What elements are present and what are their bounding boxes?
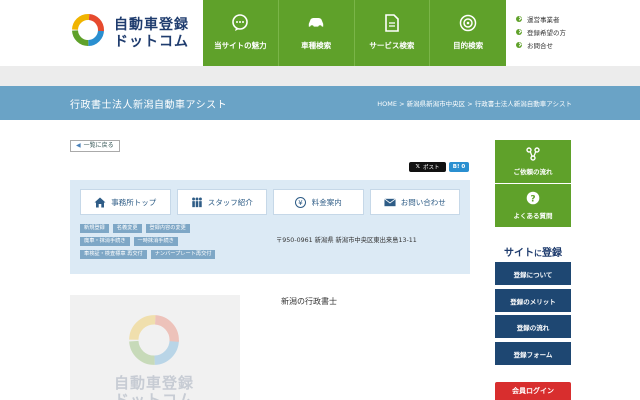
gnav-label: 車種検索 <box>301 41 332 50</box>
heading-part: 登録 <box>542 248 562 259</box>
side-nav-form[interactable]: 登録フォーム <box>495 342 571 365</box>
gnav-label: 目的検索 <box>453 41 484 50</box>
service-tag[interactable]: 名義変更 <box>112 224 142 233</box>
speech-bubble-icon <box>231 14 249 32</box>
office-heading: 新潟の行政書士 <box>281 297 337 306</box>
side-nav-merits[interactable]: 登録のメリット <box>495 289 571 312</box>
svg-text:¥: ¥ <box>299 199 304 207</box>
x-post-button[interactable]: 𝕏 ポスト <box>409 162 446 172</box>
site-register-heading: サイトに登録 <box>495 244 571 259</box>
util-link-contact[interactable]: お問合せ <box>516 38 636 51</box>
breadcrumb-home[interactable]: HOME <box>377 100 397 108</box>
office-address: 〒950-0961 新潟県 新潟市中央区東出来島13-11 <box>276 237 417 244</box>
tab-contact[interactable]: お問い合わせ <box>369 189 460 215</box>
office-photo-placeholder: 自動車登録 ドットコム <box>70 295 240 400</box>
breadcrumb-separator: > <box>467 100 473 108</box>
page-title: 行政書士法人新潟自動車アシスト <box>70 100 228 111</box>
heading-part: サイト <box>504 248 534 259</box>
service-tag[interactable]: 廃車・抹消手続き <box>80 237 130 246</box>
placeholder-logo-text: 自動車登録 ドットコム <box>114 375 194 400</box>
tag-row: 廃車・抹消手続き 一時抹消手続き <box>80 237 270 246</box>
service-tag[interactable]: ナンバープレート再交付 <box>150 250 216 259</box>
breadcrumb-separator: > <box>399 100 405 108</box>
side-button-label: ご依頼の流れ <box>513 168 553 176</box>
util-link-label: 登録希望の方 <box>527 28 566 37</box>
service-tag[interactable]: 車検証・検査標章 再交付 <box>80 250 147 259</box>
tab-fees[interactable]: ¥ 料金案内 <box>273 189 364 215</box>
utility-links: 運営事業者 登録希望の方 お問合せ <box>516 12 636 51</box>
arrow-circle-icon <box>516 28 522 35</box>
placeholder-logo-line1: 自動車登録 <box>114 374 195 392</box>
hatena-bookmark-button[interactable]: B! 0 <box>449 162 469 172</box>
gnav-label: 当サイトの魅力 <box>214 41 267 50</box>
global-nav: 当サイトの魅力 車種検索 サービス検索 目的検索 <box>203 0 506 66</box>
util-link-register[interactable]: 登録希望の方 <box>516 25 636 38</box>
tag-row: 新規登録 名義変更 登録内容の変更 <box>80 224 270 233</box>
logo-text-line2: ドットコム <box>114 34 189 50</box>
back-to-list-button[interactable]: ◀ 一覧に戻る <box>70 140 120 152</box>
placeholder-logo-line2: ドットコム <box>114 391 195 400</box>
svg-text:?: ? <box>530 195 535 205</box>
breadcrumb: HOME > 新潟県新潟市中央区 > 行政書士法人新潟自動車アシスト <box>377 98 572 108</box>
gnav-label: サービス検索 <box>369 41 415 50</box>
back-link-label: 一覧に戻る <box>83 142 114 149</box>
yen-icon: ¥ <box>295 196 307 208</box>
tab-label: スタッフ紹介 <box>207 197 253 207</box>
arrow-circle-icon <box>516 41 522 48</box>
header-divider-band <box>0 66 640 86</box>
house-icon <box>94 196 106 208</box>
breadcrumb-current: 行政書士法人新潟自動車アシスト <box>474 100 572 108</box>
member-login-button[interactable]: 会員ログイン <box>495 382 571 400</box>
target-icon <box>459 14 477 32</box>
faq-button[interactable]: ? よくある質問 <box>495 184 571 227</box>
page-title-bar: 行政書士法人新潟自動車アシスト HOME > 新潟県新潟市中央区 > 行政書士法… <box>0 86 640 120</box>
util-link-label: 運営事業者 <box>527 15 560 24</box>
side-nav-about-registration[interactable]: 登録について <box>495 262 571 285</box>
document-icon <box>383 14 401 32</box>
car-icon <box>307 14 325 32</box>
tab-label: お問い合わせ <box>400 197 446 207</box>
side-nav-flow[interactable]: 登録の流れ <box>495 315 571 338</box>
util-link-operator[interactable]: 運営事業者 <box>516 12 636 25</box>
site-header: 自動車登録 ドットコム 当サイトの魅力 車種検索 サービス検索 目的検索 運営事… <box>0 0 640 66</box>
gnav-item-car-search[interactable]: 車種検索 <box>279 0 355 66</box>
service-tag[interactable]: 一時抹消手続き <box>133 237 178 246</box>
tag-row: 車検証・検査標章 再交付 ナンバープレート再交付 <box>80 250 270 259</box>
office-info-box: 事務所トップ スタッフ紹介 ¥ 料金案内 お問い合わせ 新規登録 名義変更 登録… <box>70 180 470 274</box>
arrow-circle-icon <box>516 15 522 22</box>
tab-office-top[interactable]: 事務所トップ <box>80 189 171 215</box>
service-tag[interactable]: 登録内容の変更 <box>145 224 190 233</box>
x-logo-icon: 𝕏 <box>415 164 420 170</box>
logo-ring-icon <box>72 14 104 46</box>
mail-icon <box>383 196 396 208</box>
question-icon: ? <box>526 191 540 205</box>
service-tag[interactable]: 新規登録 <box>80 224 109 233</box>
tab-label: 事務所トップ <box>111 197 157 207</box>
heading-part: に <box>534 249 542 258</box>
tab-label: 料金案内 <box>311 197 342 207</box>
logo-ring-icon <box>129 315 179 365</box>
side-button-label: よくある質問 <box>513 212 553 220</box>
office-tabs: 事務所トップ スタッフ紹介 ¥ 料金案内 お問い合わせ <box>80 189 460 215</box>
hatena-bookmark-label: B! 0 <box>452 164 466 170</box>
breadcrumb-area[interactable]: 新潟県新潟市中央区 <box>407 100 466 108</box>
gnav-item-service-search[interactable]: サービス検索 <box>355 0 431 66</box>
arrow-left-icon: ◀ <box>76 142 81 149</box>
gnav-item-appeal[interactable]: 当サイトの魅力 <box>203 0 279 66</box>
gnav-item-purpose-search[interactable]: 目的検索 <box>430 0 506 66</box>
site-logo[interactable]: 自動車登録 ドットコム <box>70 12 200 52</box>
people-icon <box>191 196 203 208</box>
flow-icon <box>526 147 540 161</box>
order-flow-button[interactable]: ご依頼の流れ <box>495 140 571 183</box>
service-tags: 新規登録 名義変更 登録内容の変更 廃車・抹消手続き 一時抹消手続き 車検証・検… <box>80 224 270 263</box>
x-post-label: ポスト <box>422 165 440 171</box>
util-link-label: お問合せ <box>527 41 553 50</box>
tab-staff[interactable]: スタッフ紹介 <box>176 189 267 215</box>
